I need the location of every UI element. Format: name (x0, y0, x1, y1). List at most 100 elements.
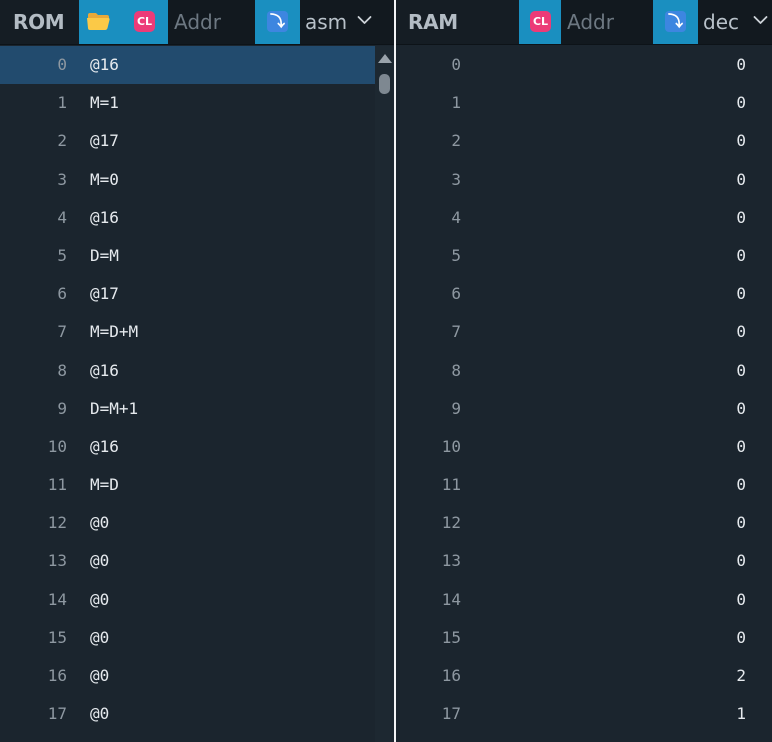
cl-icon: CL (530, 11, 551, 32)
scrollbar-thumb[interactable] (379, 74, 390, 94)
ram-row-value: 0 (736, 513, 746, 533)
cl-icon[interactable]: CL (134, 11, 155, 32)
rom-row[interactable]: 6 @17 (0, 275, 375, 313)
rom-row-index: 10 (47, 436, 67, 456)
rom-row[interactable]: 16 @0 (0, 657, 375, 695)
ram-row-value: 0 (736, 398, 746, 418)
rom-row-index: 8 (57, 360, 67, 380)
rom-title: ROM (13, 10, 65, 34)
rom-row[interactable]: 0 @16 (0, 46, 375, 85)
ram-row[interactable]: 80 (396, 352, 772, 390)
ram-row-index: 3 (451, 169, 461, 189)
ram-row[interactable]: 50 (396, 237, 772, 275)
rom-row[interactable]: 8 @16 (0, 352, 375, 390)
ram-row-index: 6 (451, 284, 461, 304)
rom-row-index: 6 (57, 284, 67, 304)
ram-row[interactable]: 10 (396, 84, 772, 122)
rom-row[interactable]: 12 @0 (0, 504, 375, 542)
ram-row-value: 0 (736, 131, 746, 151)
rom-row-value: @16 (90, 207, 119, 227)
rom-row-value: D=M+1 (90, 398, 139, 418)
rom-addr-input[interactable] (168, 0, 255, 44)
ram-row-value: 0 (736, 322, 746, 342)
rom-row[interactable]: 4 @16 (0, 199, 375, 237)
rom-row-index: 5 (57, 245, 67, 265)
chevron-down-icon (753, 16, 768, 24)
rom-row-index: 15 (47, 627, 67, 647)
rom-row[interactable]: 15 @0 (0, 619, 375, 657)
rom-row[interactable]: 7 M=D+M (0, 313, 375, 351)
ram-row-index: 7 (451, 322, 461, 342)
ram-clear-button[interactable]: CL (519, 0, 561, 44)
jump-icon: ⤵ (267, 11, 288, 32)
rom-row[interactable]: 5 D=M (0, 237, 375, 275)
rom-row-value: M=D (90, 475, 119, 495)
ram-row-index: 15 (441, 627, 461, 647)
ram-row[interactable]: 14 0 (396, 581, 772, 619)
rom-row[interactable]: 3 M=0 (0, 161, 375, 199)
ram-row[interactable]: 17 1 (396, 695, 772, 733)
ram-list: 0 0 1 0 2 0 3 0 4 0 5 0 6 0 7 0 8 0 9 0 10 0 11 0 12 0 13 0 14 0 15 0 16… (396, 46, 772, 733)
ram-toolbar: RAM CL ⤵ dec (396, 0, 772, 45)
rom-row-index: 14 (47, 589, 67, 609)
ram-row-value: 0 (736, 360, 746, 380)
rom-row-index: 7 (57, 322, 67, 342)
rom-toolbar: ROM CL ⤵ asm (0, 0, 394, 45)
ram-row-value: 0 (736, 245, 746, 265)
rom-format-value: asm (305, 10, 348, 34)
folder-icon[interactable] (87, 11, 111, 31)
ram-row[interactable]: 60 (396, 275, 772, 313)
rom-row-index: 16 (47, 666, 67, 685)
ram-row[interactable]: 00 (396, 46, 772, 84)
rom-row-value: @0 (90, 666, 110, 685)
rom-scrollbar[interactable] (375, 46, 394, 742)
ram-row-index: 2 (451, 131, 461, 151)
ram-row[interactable]: 16 2 (396, 657, 772, 695)
rom-panel: ROM CL ⤵ asm 0 @16 1 M=1 2 @17 3 M=0 4 @16 5 D=M 6 @1… (0, 0, 394, 742)
rom-row[interactable]: 14 @0 (0, 581, 375, 619)
ram-row[interactable]: 10 0 (396, 428, 772, 466)
rom-row-value: @0 (90, 551, 110, 571)
ram-row-value: 0 (736, 475, 746, 495)
ram-row[interactable]: 70 (396, 313, 772, 351)
ram-row[interactable]: 30 (396, 161, 772, 199)
rom-row[interactable]: 10 @16 (0, 428, 375, 466)
rom-row[interactable]: 17 @0 (0, 695, 375, 733)
ram-row-index: 12 (441, 513, 461, 533)
scroll-up-arrow-icon[interactable] (378, 54, 392, 63)
rom-format-select[interactable]: asm (300, 0, 394, 44)
rom-row[interactable]: 11 M=D (0, 466, 375, 504)
ram-row-index: 17 (441, 704, 461, 724)
ram-format-select[interactable]: dec (698, 0, 772, 44)
ram-row-value: 0 (736, 93, 746, 113)
ram-addr-input[interactable] (561, 0, 653, 44)
rom-row-index: 13 (47, 551, 67, 571)
ram-row[interactable]: 90 (396, 390, 772, 428)
jump-icon: ⤵ (665, 11, 686, 32)
rom-row-value: @0 (90, 704, 110, 724)
ram-row[interactable]: 11 0 (396, 466, 772, 504)
ram-row-index: 8 (451, 360, 461, 380)
ram-row[interactable]: 40 (396, 199, 772, 237)
ram-row-value: 0 (736, 207, 746, 227)
ram-row-value: 0 (736, 589, 746, 609)
rom-row-value: @16 (90, 55, 119, 74)
ram-row-index: 1 (451, 93, 461, 113)
rom-row-index: 11 (47, 475, 67, 495)
ram-row[interactable]: 12 0 (396, 504, 772, 542)
ram-row[interactable]: 15 0 (396, 619, 772, 657)
rom-row[interactable]: 9 D=M+1 (0, 390, 375, 428)
ram-row-index: 5 (451, 245, 461, 265)
ram-jump-button[interactable]: ⤵ (653, 0, 698, 44)
rom-row[interactable]: 2 @17 (0, 122, 375, 160)
rom-row-value: @16 (90, 360, 119, 380)
ram-row[interactable]: 13 0 (396, 542, 772, 580)
rom-row-value: @17 (90, 284, 119, 304)
ram-row[interactable]: 20 (396, 122, 772, 160)
ram-row-index: 9 (451, 398, 461, 418)
rom-row[interactable]: 13 @0 (0, 542, 375, 580)
ram-row-value: 0 (736, 169, 746, 189)
rom-row[interactable]: 1 M=1 (0, 84, 375, 122)
rom-jump-button[interactable]: ⤵ (255, 0, 300, 44)
ram-row-index: 13 (441, 551, 461, 571)
